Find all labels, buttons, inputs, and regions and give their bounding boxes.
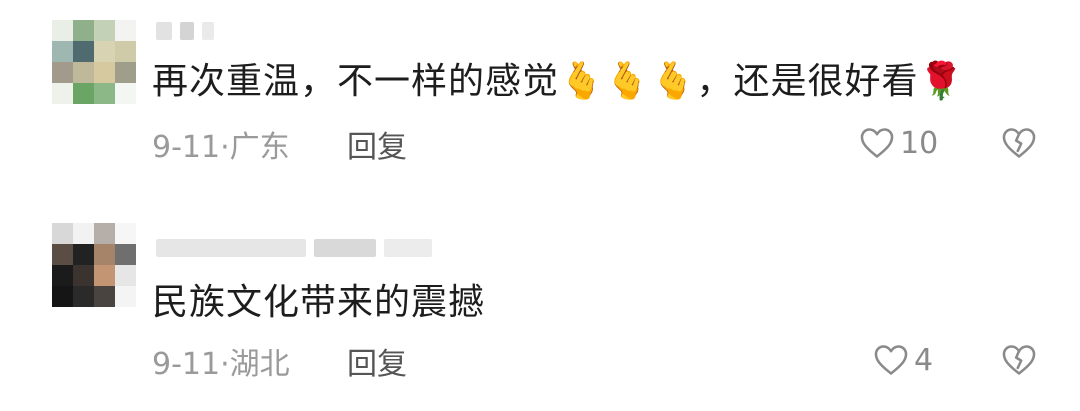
avatar[interactable] bbox=[52, 223, 136, 307]
heart-outline-icon bbox=[874, 345, 908, 375]
like-count: 4 bbox=[914, 342, 934, 378]
comment-item: 再次重温，不一样的感觉🫰🫰🫰，还是很好看🌹 9-11·广东 回复 10 bbox=[0, 0, 1080, 200]
comment-location: 广东 bbox=[229, 130, 290, 165]
comment-meta: 9-11·湖北 bbox=[152, 347, 290, 382]
comment-date: 9-11 bbox=[152, 130, 221, 165]
like-button[interactable]: 4 bbox=[872, 341, 933, 379]
username-blurred[interactable] bbox=[156, 237, 432, 259]
comment-text: 再次重温，不一样的感觉🫰🫰🫰，还是很好看🌹 bbox=[152, 61, 965, 102]
comment-date: 9-11 bbox=[152, 347, 221, 382]
broken-heart-icon[interactable] bbox=[1000, 341, 1038, 379]
avatar[interactable] bbox=[52, 20, 136, 104]
username-blurred[interactable] bbox=[156, 20, 214, 42]
like-button[interactable]: 10 bbox=[858, 124, 938, 162]
reply-button[interactable]: 回复 bbox=[347, 339, 407, 383]
comment-item: 民族文化带来的震撼 9-11·湖北 回复 4 bbox=[0, 205, 1080, 411]
comment-meta: 9-11·广东 bbox=[152, 130, 290, 165]
comment-text: 民族文化带来的震撼 bbox=[152, 282, 486, 323]
comment-location: 湖北 bbox=[229, 347, 290, 382]
heart-outline-icon bbox=[860, 128, 894, 158]
broken-heart-icon[interactable] bbox=[1000, 124, 1038, 162]
reply-button[interactable]: 回复 bbox=[347, 122, 407, 166]
like-count: 10 bbox=[900, 125, 939, 161]
